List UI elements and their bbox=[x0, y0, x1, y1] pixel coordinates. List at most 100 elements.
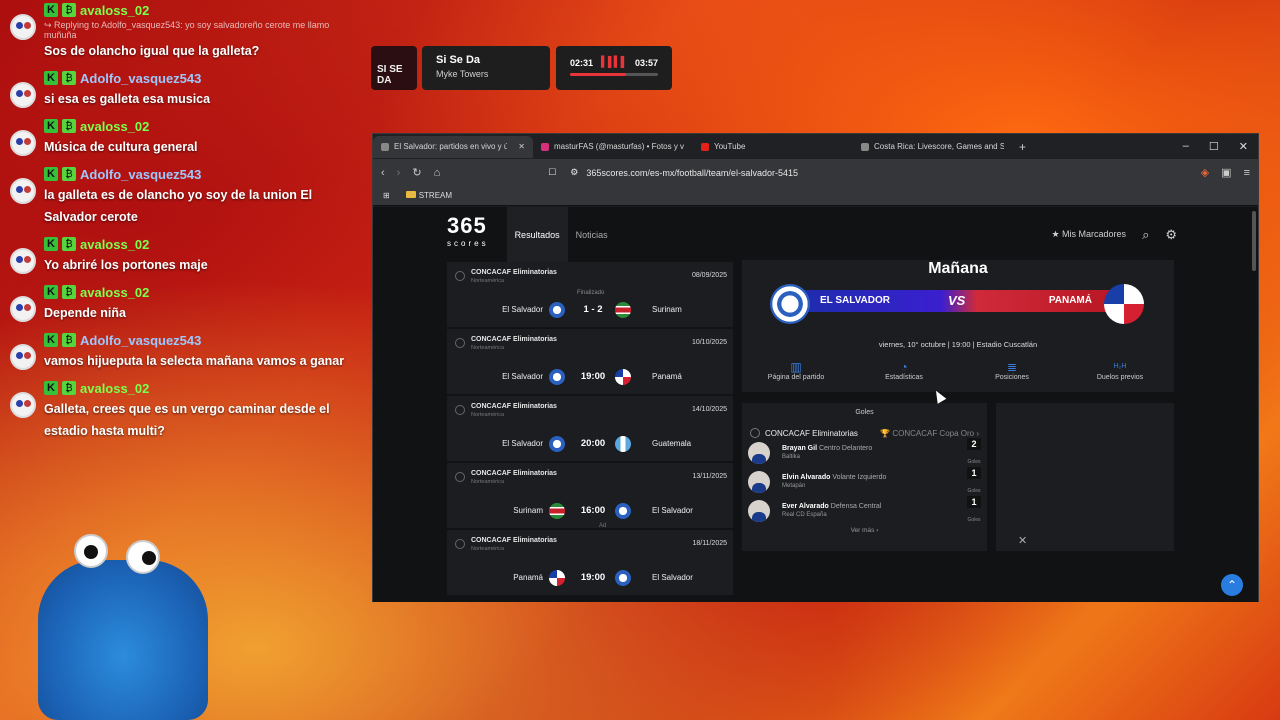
reload-icon[interactable]: ↻ bbox=[412, 166, 421, 179]
goals-unit: Goles bbox=[967, 487, 981, 494]
maximize-icon[interactable]: ☐ bbox=[1209, 140, 1219, 153]
chat-username[interactable]: avaloss_02 bbox=[80, 3, 149, 18]
chat-text: Yo abriré los portones maje bbox=[44, 258, 208, 272]
competition-icon bbox=[455, 539, 465, 549]
song-progress bbox=[570, 73, 658, 76]
search-icon[interactable]: ⌕ bbox=[1142, 227, 1149, 243]
player-goals: 1 Goles bbox=[967, 495, 981, 526]
settings-gear-icon[interactable]: ⚙ bbox=[1165, 227, 1177, 243]
back-icon[interactable]: ‹ bbox=[381, 167, 385, 179]
match-info: viernes, 10° octubre | 19:00 | Estadio C… bbox=[878, 340, 1038, 349]
favorites-link[interactable]: ★ Mis Marcadores bbox=[1051, 229, 1126, 240]
forward-icon[interactable]: › bbox=[397, 167, 401, 179]
tab-label: masturFAS (@masturfas) • Fotos y vi bbox=[554, 142, 684, 151]
chat-username[interactable]: avaloss_02 bbox=[80, 119, 149, 134]
badge-k-icon: K bbox=[44, 71, 58, 85]
chat-username[interactable]: avaloss_02 bbox=[80, 285, 149, 300]
match-row[interactable]: CONCACAF Eliminatorias Norteamérica 18/11/… bbox=[447, 530, 733, 595]
header-actions: ★ Mis Marcadores ⌕ ⚙ bbox=[1051, 227, 1177, 243]
home-icon[interactable]: ⌂ bbox=[434, 167, 441, 179]
browser-window: El Salvador: partidos en vivo y úl ✕ mast… bbox=[372, 133, 1259, 602]
bookmark-stream[interactable]: STREAM bbox=[405, 191, 452, 200]
close-ad-icon[interactable]: ✕ bbox=[1018, 534, 1027, 547]
match-competition: CONCACAF Eliminatorias bbox=[471, 269, 557, 276]
competition-icon bbox=[455, 338, 465, 348]
away-flag-icon bbox=[615, 570, 631, 586]
favorites-label: Mis Marcadores bbox=[1062, 229, 1127, 239]
tab-strip: El Salvador: partidos en vivo y úl ✕ mast… bbox=[373, 134, 1258, 159]
tab-posiciones[interactable]: ≣ Posiciones bbox=[958, 360, 1066, 381]
chat-message-body: K ₿ avaloss_02 Yo abriré los portones maje bbox=[44, 234, 346, 276]
now-playing-info: Si Se Da Myke Towers bbox=[422, 46, 550, 90]
tab-masturfas[interactable]: masturFAS (@masturfas) • Fotos y vi bbox=[533, 136, 693, 158]
chat-username[interactable]: Adolfo_vasquez543 bbox=[80, 167, 201, 182]
chat-username[interactable]: Adolfo_vasquez543 bbox=[80, 71, 201, 86]
site-logo[interactable]: 365 scores bbox=[447, 214, 489, 253]
player-goals: 1 Goles bbox=[967, 466, 981, 497]
match-away-team: Surinam bbox=[652, 305, 682, 314]
extensions-icon[interactable]: ▣ bbox=[1221, 166, 1231, 179]
player-name-line: Ever Alvarado Defensa Central bbox=[782, 503, 881, 510]
scroll-to-top-button[interactable]: ⌃ bbox=[1221, 574, 1243, 596]
goals-count: 1 bbox=[967, 495, 981, 508]
scorers-competition[interactable]: CONCACAF Eliminatorias 🏆 CONCACAF Copa O… bbox=[742, 428, 987, 438]
equalizer-icon: ▍▌▍▌ bbox=[601, 57, 628, 68]
badge-g-icon: ₿ bbox=[62, 237, 76, 251]
scorer-row[interactable]: Ever Alvarado Defensa Central Real CD Esp… bbox=[742, 495, 987, 526]
chat-message: K ₿ avaloss_02 Yo abriré los portones maje bbox=[6, 234, 346, 276]
badge-k-icon: K bbox=[44, 381, 58, 395]
chat-username[interactable]: avaloss_02 bbox=[80, 381, 149, 396]
chat-message: K ₿ Adolfo_vasquez543 vamos hijueputa la se… bbox=[6, 330, 346, 372]
player-name-line: Brayan Gil Centro Delantero bbox=[782, 445, 872, 452]
other-competition[interactable]: 🏆 CONCACAF Copa Oro › bbox=[880, 429, 979, 438]
tab-pagina-partido[interactable]: ▥ Página del partido bbox=[742, 360, 850, 381]
chat-username[interactable]: avaloss_02 bbox=[80, 237, 149, 252]
site-header: 365 scores Resultados Noticias ★ Mis Marc… bbox=[447, 207, 1177, 262]
player-name-line: Elvin Alvarado Volante Izquierdo bbox=[782, 474, 886, 481]
match-row[interactable]: CONCACAF Eliminatorias Norteamérica 14/10/… bbox=[447, 396, 733, 461]
site-info-icon[interactable]: ⚙ bbox=[570, 167, 578, 178]
match-row[interactable]: CONCACAF Eliminatorias Norteamérica 08/09/… bbox=[447, 262, 733, 327]
match-home-team: El Salvador bbox=[502, 372, 543, 381]
scrollbar[interactable] bbox=[1252, 211, 1256, 271]
nav-noticias[interactable]: Noticias bbox=[568, 207, 616, 262]
new-tab-icon[interactable]: + bbox=[1019, 140, 1026, 154]
shield-icon[interactable]: ◈ bbox=[1201, 166, 1209, 179]
player-club: Real CD España bbox=[782, 512, 827, 518]
match-region: Norteamérica bbox=[471, 546, 505, 552]
tab-el-salvador[interactable]: El Salvador: partidos en vivo y úl ✕ bbox=[373, 135, 533, 158]
minimize-icon[interactable]: – bbox=[1183, 140, 1189, 153]
tab-duelos-previos[interactable]: H₂H Duelos previos bbox=[1066, 360, 1174, 381]
match-region: Norteamérica bbox=[471, 278, 505, 284]
folder-icon bbox=[405, 191, 416, 198]
avatar bbox=[10, 296, 36, 322]
scorer-row[interactable]: Brayan Gil Centro Delantero Baltika 2 Goles bbox=[742, 437, 987, 467]
apps-icon[interactable]: ⊞ bbox=[383, 191, 390, 200]
menu-icon[interactable]: ≡ bbox=[1244, 167, 1250, 179]
tab-costa-rica[interactable]: Costa Rica: Livescore, Games and Sch bbox=[853, 136, 1013, 158]
tab-estadisticas[interactable]: ◔ Estadísticas bbox=[850, 360, 958, 381]
match-row[interactable]: CONCACAF Eliminatorias Norteamérica 13/11/… bbox=[447, 463, 733, 529]
tab-youtube[interactable]: YouTube bbox=[693, 136, 853, 158]
chat-message-header: K ₿ avaloss_02 bbox=[44, 234, 346, 254]
match-date: 13/11/2025 bbox=[692, 473, 727, 480]
scorer-row[interactable]: Elvin Alvarado Volante Izquierdo Metapán 1… bbox=[742, 466, 987, 497]
chat-message-body: K ₿ Adolfo_vasquez543 vamos hijueputa la se… bbox=[44, 330, 346, 372]
match-away-team: Panamá bbox=[652, 372, 682, 381]
match-score: 1 - 2 bbox=[583, 304, 603, 315]
avatar bbox=[10, 82, 36, 108]
address-bar[interactable]: ☐ ⚙ 365scores.com/es-mx/football/team/el… bbox=[542, 162, 1053, 183]
nav-resultados[interactable]: Resultados bbox=[506, 207, 568, 262]
next-match-card[interactable]: Mañana EL SALVADOR VS PANAMÁ viernes, 10… bbox=[742, 260, 1174, 392]
match-row[interactable]: CONCACAF Eliminatorias Norteamérica 10/10/… bbox=[447, 329, 733, 394]
close-icon[interactable]: ✕ bbox=[518, 142, 525, 151]
chat-message: K ₿ avaloss_02 Música de cultura general bbox=[6, 116, 346, 158]
competition-icon bbox=[750, 428, 760, 438]
logo-word: scores bbox=[447, 238, 489, 248]
badge-k-icon: K bbox=[44, 237, 58, 251]
bookmark-icon[interactable]: ☐ bbox=[548, 167, 556, 178]
close-window-icon[interactable]: ✕ bbox=[1239, 140, 1248, 153]
chat-username[interactable]: Adolfo_vasquez543 bbox=[80, 333, 201, 348]
ver-mas-link[interactable]: Ver más › bbox=[742, 527, 987, 534]
match-score: 19:00 bbox=[580, 371, 606, 382]
